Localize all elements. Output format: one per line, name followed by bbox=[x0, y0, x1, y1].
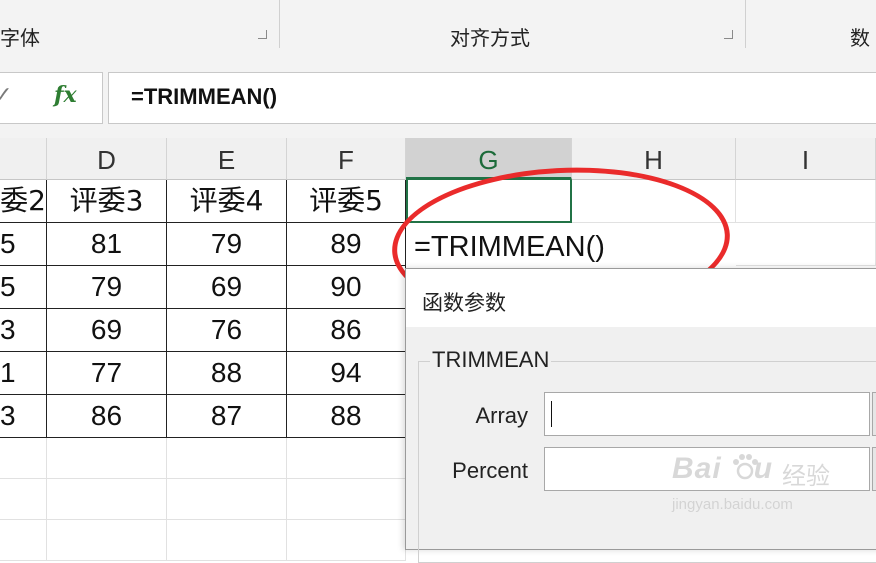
empty-cell[interactable] bbox=[287, 520, 406, 561]
empty-cell[interactable] bbox=[167, 520, 287, 561]
array-range-select-button[interactable] bbox=[872, 392, 876, 436]
empty-cell[interactable] bbox=[0, 520, 47, 561]
cell-d5[interactable]: 77 bbox=[47, 352, 167, 395]
cell-c1[interactable]: 委2 bbox=[0, 180, 47, 223]
alignment-dialog-launcher-icon[interactable] bbox=[724, 30, 733, 39]
column-header-e[interactable]: E bbox=[167, 138, 287, 180]
ribbon-separator bbox=[745, 0, 746, 48]
array-input[interactable] bbox=[544, 392, 870, 436]
watermark-name: 经验 bbox=[782, 462, 830, 490]
baidu-jingyan-watermark: Bai u 经验 jingyan.baidu.com bbox=[668, 452, 858, 528]
formula-buttons: ✓ fx bbox=[0, 72, 103, 124]
paw-icon bbox=[733, 454, 758, 480]
dialog-titlebar[interactable]: 函数参数 bbox=[406, 269, 876, 327]
function-name-label: TRIMMEAN bbox=[430, 347, 552, 373]
cell-f4[interactable]: 86 bbox=[287, 309, 406, 352]
cell-e6[interactable]: 87 bbox=[167, 395, 287, 438]
cell-e2[interactable]: 79 bbox=[167, 223, 287, 266]
empty-cell[interactable] bbox=[47, 479, 167, 520]
ribbon-separator bbox=[279, 0, 280, 48]
cell-d1[interactable]: 评委3 bbox=[47, 180, 167, 223]
cell-d2[interactable]: 81 bbox=[47, 223, 167, 266]
cell-e3[interactable]: 69 bbox=[167, 266, 287, 309]
ribbon-group-font-label: 字体 bbox=[0, 26, 40, 50]
empty-cell[interactable] bbox=[47, 520, 167, 561]
empty-cell[interactable] bbox=[0, 479, 47, 520]
empty-cell[interactable] bbox=[47, 438, 167, 479]
text-caret bbox=[551, 401, 552, 427]
cell-e1[interactable]: 评委4 bbox=[167, 180, 287, 223]
percent-label: Percent bbox=[452, 458, 528, 483]
dialog-title: 函数参数 bbox=[422, 291, 506, 315]
cell-c4[interactable]: 3 bbox=[0, 309, 47, 352]
cell-d3[interactable]: 79 bbox=[47, 266, 167, 309]
column-header-d[interactable]: D bbox=[47, 138, 167, 180]
cell-d6[interactable]: 86 bbox=[47, 395, 167, 438]
cell-i2[interactable] bbox=[736, 223, 876, 266]
column-header-i[interactable]: I bbox=[736, 138, 876, 180]
cell-f1[interactable]: 评委5 bbox=[287, 180, 406, 223]
cell-e4[interactable]: 76 bbox=[167, 309, 287, 352]
empty-cell[interactable] bbox=[167, 438, 287, 479]
ribbon-group-alignment-label: 对齐方式 bbox=[450, 26, 530, 50]
column-header-c[interactable] bbox=[0, 138, 47, 180]
cell-c2[interactable]: 5 bbox=[0, 223, 47, 266]
check-icon[interactable]: ✓ bbox=[0, 83, 12, 108]
ribbon: 字体 对齐方式 数 bbox=[0, 0, 876, 57]
formula-input[interactable]: =TRIMMEAN() bbox=[108, 72, 876, 124]
cell-f3[interactable]: 90 bbox=[287, 266, 406, 309]
insert-function-fx-icon[interactable]: fx bbox=[54, 82, 77, 108]
empty-cell[interactable] bbox=[0, 438, 47, 479]
formula-bar: ✓ fx =TRIMMEAN() bbox=[0, 56, 876, 138]
column-header-f[interactable]: F bbox=[287, 138, 406, 180]
cell-f6[interactable]: 88 bbox=[287, 395, 406, 438]
cell-e5[interactable]: 88 bbox=[167, 352, 287, 395]
font-dialog-launcher-icon[interactable] bbox=[258, 30, 267, 39]
ribbon-group-number-label: 数 bbox=[850, 26, 870, 50]
cell-c5[interactable]: 1 bbox=[0, 352, 47, 395]
watermark-url: jingyan.baidu.com bbox=[672, 496, 793, 513]
empty-cell[interactable] bbox=[167, 479, 287, 520]
cell-f2[interactable]: 89 bbox=[287, 223, 406, 266]
percent-range-select-button[interactable] bbox=[872, 447, 876, 491]
cell-c6[interactable]: 3 bbox=[0, 395, 47, 438]
empty-cell[interactable] bbox=[287, 438, 406, 479]
empty-cell[interactable] bbox=[287, 479, 406, 520]
cell-d4[interactable]: 69 bbox=[47, 309, 167, 352]
formula-text: =TRIMMEAN() bbox=[131, 84, 278, 109]
cell-f5[interactable]: 94 bbox=[287, 352, 406, 395]
array-label: Array bbox=[475, 403, 528, 428]
cell-i1[interactable] bbox=[736, 180, 876, 223]
cell-c3[interactable]: 5 bbox=[0, 266, 47, 309]
